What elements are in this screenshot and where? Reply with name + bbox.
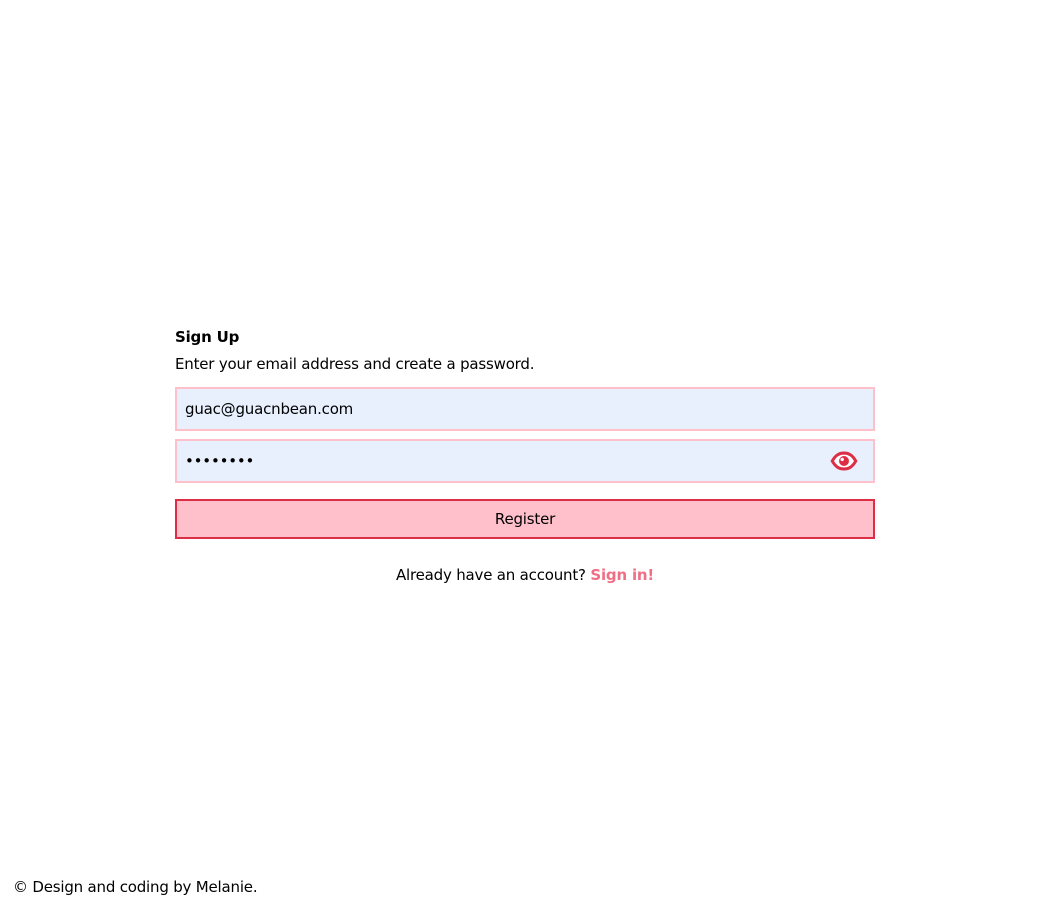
form-title: Sign Up [175, 328, 240, 346]
email-field[interactable] [177, 389, 873, 429]
footer-credit: © Design and coding by Melanie. [13, 878, 258, 896]
eye-icon[interactable] [829, 450, 859, 472]
password-field[interactable] [177, 441, 873, 481]
password-field-wrapper [175, 439, 875, 483]
form-subtitle: Enter your email address and create a pa… [175, 355, 535, 373]
signin-row: Already have an account? Sign in! [175, 564, 875, 586]
email-field-wrapper [175, 387, 875, 431]
signup-form: Sign Up Enter your email address and cre… [175, 326, 875, 586]
signin-prompt: Already have an account? [395, 566, 586, 584]
page: Sign Up Enter your email address and cre… [0, 0, 1047, 905]
register-button[interactable]: Register [175, 499, 875, 539]
signin-link[interactable]: Sign in! [590, 566, 654, 584]
